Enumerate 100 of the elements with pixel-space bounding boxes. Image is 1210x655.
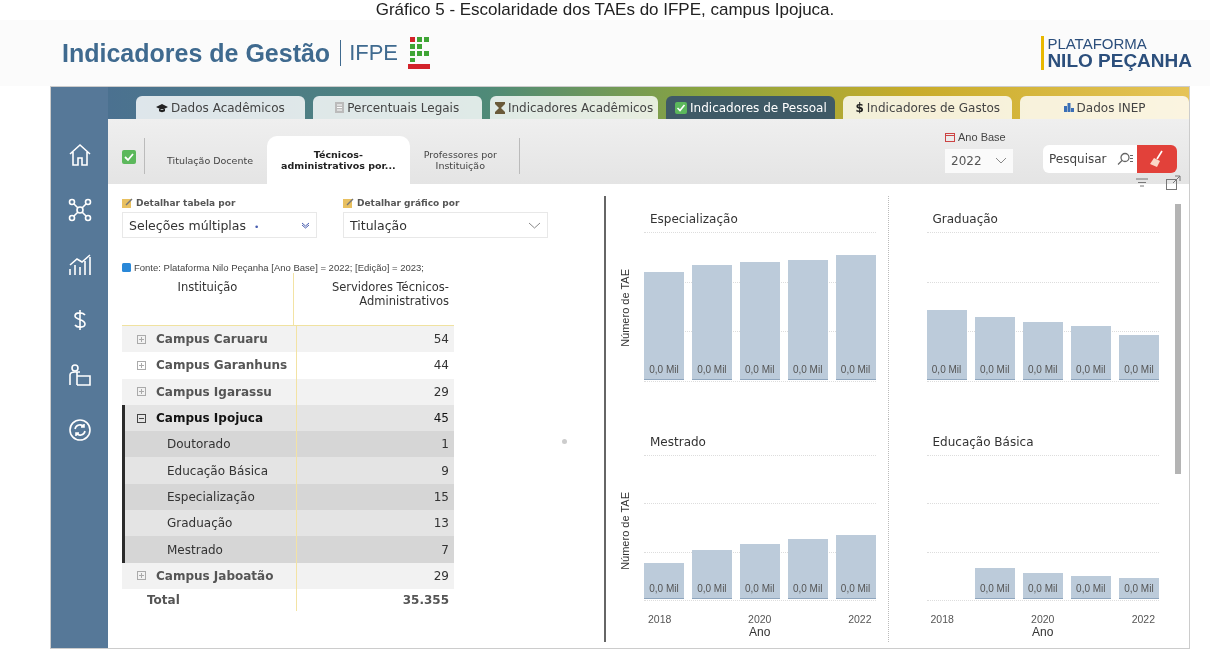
year-label: Ano Base [945, 130, 1013, 143]
tab[interactable]: Indicadores Acadêmicos [489, 96, 659, 119]
table-cell: Total [125, 588, 297, 611]
table-cell: Educação Básica [125, 457, 297, 484]
axis-tick-label: 2022 [848, 613, 872, 625]
table-cell-text: 1 [440, 436, 450, 454]
axis-tick-label: 2018 [930, 613, 954, 625]
year-dropdown[interactable]: 2022 [945, 148, 1013, 173]
table-cell-text: 54 [432, 331, 450, 349]
table-cell-text: 9 [440, 462, 450, 480]
tab[interactable]: Dados INEP [1020, 96, 1189, 119]
tab[interactable]: Técnicos- administrativos por... [267, 136, 410, 184]
bar-chart-icon [1063, 103, 1074, 112]
checkbox-icon[interactable] [122, 149, 136, 164]
filter-label: Detalhar gráfico por [343, 198, 548, 208]
expand-icon[interactable] [137, 360, 146, 370]
axis-tick-label: 2022 [1131, 613, 1155, 625]
table-cell: Campus Caruaru [156, 332, 268, 347]
bar[interactable]: 0,0 Mil [974, 317, 1015, 380]
table-cell-text: 29 [432, 567, 450, 585]
bar[interactable]: 0,0 Mil [926, 310, 967, 380]
table-filter-dropdown[interactable]: Seleções múltiplas • [122, 212, 317, 238]
axis-tick-label: 2020 [748, 613, 772, 625]
table-cell-text: 29 [432, 383, 450, 401]
source-note: Fonte: Plataforma Nilo Peçanha [Ano Base] = 2022; [Edição] = 2023; [134, 262, 424, 273]
chart-title: Educação Básica [931, 434, 1035, 449]
info-square-icon [122, 263, 131, 272]
bar[interactable]: 0,0 Mil [691, 265, 732, 380]
bar[interactable]: 0,0 Mil [739, 262, 780, 380]
axis-label: Ano [748, 625, 772, 639]
chevron-down-icon [995, 157, 1007, 164]
table-cell-text: 7 [440, 541, 450, 559]
column-header[interactable]: Instituição [122, 273, 294, 325]
tab[interactable]: Titulação Docente [153, 136, 268, 184]
axis-label: Ano [1031, 625, 1055, 639]
figure-caption: Gráfico 5 - Escolaridade dos TAEs do IFPE, campus Ipojuca. [374, 0, 836, 20]
chart-filter-dropdown[interactable]: Titulação [343, 212, 548, 238]
broom-icon [1149, 149, 1165, 168]
presenter-icon[interactable] [66, 362, 93, 388]
bar[interactable]: 0,0 Mil [1118, 335, 1159, 380]
table-cell-text: 15 [432, 488, 450, 506]
table-cell-text: 44 [432, 357, 450, 375]
axis-label: Número de TAE [619, 268, 631, 347]
checkbox-icon [675, 101, 688, 114]
table-cell: Campus Jaboatão [156, 568, 274, 583]
bar[interactable]: 0,0 Mil [835, 535, 876, 599]
platform-logo: PLATAFORMA NILO PEÇANHA [1041, 36, 1192, 70]
bar[interactable]: 0,0 Mil [1022, 322, 1063, 380]
bar[interactable]: 0,0 Mil [644, 563, 684, 599]
bar[interactable]: 0,0 Mil [835, 255, 876, 380]
axis-tick-label: 2018 [648, 613, 672, 625]
bar[interactable]: 0,0 Mil [1070, 576, 1111, 599]
bar[interactable]: 0,0 Mil [787, 539, 828, 599]
app-title: Indicadores de Gestão [62, 38, 331, 68]
bar[interactable]: 0,0 Mil [691, 550, 732, 599]
collapse-icon[interactable] [137, 413, 146, 423]
tab[interactable]: $ Indicadores de Gastos [843, 96, 1013, 119]
table-cell-text: 13 [432, 515, 450, 533]
chart-title: Mestrado [649, 434, 707, 449]
tab[interactable]: Professores por Instituição [409, 136, 511, 184]
search-field[interactable]: Pesquisar [1043, 144, 1113, 173]
tab[interactable]: Percentuais Legais [312, 96, 482, 119]
bar[interactable]: 0,0 Mil [644, 272, 684, 380]
bar[interactable]: 0,0 Mil [1118, 578, 1159, 599]
bar[interactable]: 0,0 Mil [1070, 326, 1111, 380]
chart-title: Graduação [931, 211, 999, 226]
table-cell: Campus Garanhuns [156, 358, 288, 373]
chart-title: Especialização [649, 211, 739, 226]
calendar-icon [945, 131, 955, 142]
org-name: IFPE [340, 40, 399, 66]
network-icon[interactable] [66, 197, 93, 223]
bar[interactable]: 0,0 Mil [1022, 573, 1063, 599]
filter-label: Detalhar tabela por [122, 198, 317, 208]
tab[interactable]: Indicadores de Pessoal [666, 96, 836, 119]
hourglass-icon [494, 101, 505, 114]
chevron-down-icon [528, 221, 541, 229]
edit-icon [343, 198, 354, 208]
bar[interactable]: 0,0 Mil [974, 568, 1015, 599]
refresh-icon[interactable] [66, 417, 93, 443]
table-cell-text: 35.355 [401, 591, 450, 609]
table-cell: Campus Ipojuca [156, 411, 264, 426]
tab[interactable]: Dados Acadêmicos [136, 96, 305, 119]
table-cell: Mestrado [125, 536, 297, 563]
column-header[interactable]: Servidores Técnicos- Administrativos [294, 273, 454, 325]
search-icon [1113, 144, 1137, 173]
edit-icon [122, 198, 133, 208]
document-icon [335, 102, 345, 113]
chart-icon[interactable] [66, 252, 93, 278]
expand-icon[interactable] [1166, 174, 1181, 190]
double-chevron-icon [301, 221, 310, 229]
graduation-cap-icon [156, 102, 168, 113]
clear-button[interactable] [1137, 144, 1177, 173]
institute-logo-icon [408, 37, 431, 69]
table-cell: Campus Igarassu [156, 384, 272, 399]
axis-tick-label: 2020 [1031, 613, 1055, 625]
axis-label: Número de TAE [619, 491, 631, 570]
bar[interactable]: 0,0 Mil [739, 544, 780, 599]
filter-icon[interactable] [1136, 177, 1148, 187]
table-cell-text: 45 [432, 410, 450, 428]
bar[interactable]: 0,0 Mil [787, 260, 828, 380]
